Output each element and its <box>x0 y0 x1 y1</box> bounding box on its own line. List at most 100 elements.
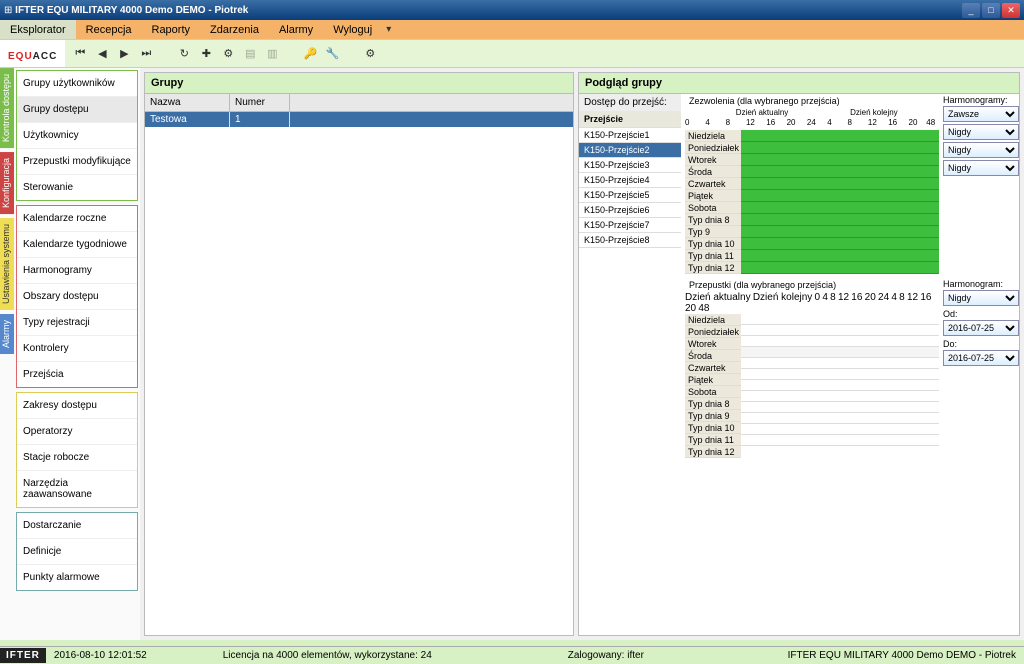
from-date-select[interactable]: 2016-07-25 <box>943 320 1019 336</box>
passage-item[interactable]: K150-Przejście2 <box>579 143 681 158</box>
status-date: 2016-08-10 12:01:52 <box>46 650 155 661</box>
close-button[interactable]: ✕ <box>1002 3 1020 18</box>
status-login: Zalogowany: ifter <box>560 650 652 661</box>
sidebar-item[interactable]: Operatorzy <box>17 419 137 445</box>
sidebar-item[interactable]: Stacje robocze <box>17 445 137 471</box>
wrench-icon[interactable]: 🔧 <box>323 45 341 63</box>
sidebar-item[interactable]: Dostarczanie <box>17 513 137 539</box>
sidebar-vertical-tabs: Kontrola dostępu Konfiguracja Ustawienia… <box>0 68 14 640</box>
next-icon[interactable]: ▶ <box>115 45 133 63</box>
passage-item[interactable]: K150-Przejście6 <box>579 203 681 218</box>
sidebar-item[interactable]: Typy rejestracji <box>17 310 137 336</box>
tab-system-settings[interactable]: Ustawienia systemu <box>0 218 14 310</box>
cell-number: 1 <box>230 112 290 127</box>
passage-list: Dostęp do przejść: Przejście K150-Przejś… <box>579 94 681 274</box>
sidebar-item[interactable]: Harmonogramy <box>17 258 137 284</box>
menu-raporty[interactable]: Raporty <box>142 24 201 36</box>
prev-icon[interactable]: ◀ <box>93 45 111 63</box>
table-row[interactable]: Testowa 1 <box>145 112 573 127</box>
new-icon[interactable]: ✚ <box>197 45 215 63</box>
minimize-button[interactable]: _ <box>962 3 980 18</box>
passage-item[interactable]: K150-Przejście7 <box>579 218 681 233</box>
sidebar-item-groups[interactable]: Grupy dostępu <box>17 97 137 123</box>
menu-overflow[interactable]: ▾ <box>382 24 395 35</box>
key-icon[interactable]: 🔑 <box>301 45 319 63</box>
sidebar-item[interactable]: Definicje <box>17 539 137 565</box>
schedule-select-4[interactable]: Nigdy <box>943 160 1019 176</box>
sidebar-item[interactable]: Obszary dostępu <box>17 284 137 310</box>
toolbar: ⏮ ◀ ▶ ⏭ ↻ ✚ ⚙ ▤ ▥ 🔑 🔧 ⚙ <box>65 40 1024 67</box>
tab-config[interactable]: Konfiguracja <box>0 152 14 214</box>
copy-icon[interactable]: ▥ <box>263 45 281 63</box>
col-name[interactable]: Nazwa <box>145 94 230 111</box>
refresh-icon[interactable]: ↻ <box>175 45 193 63</box>
menu-recepcja[interactable]: Recepcja <box>76 24 142 36</box>
schedule-label-2: Harmonogram: <box>943 278 1019 290</box>
day-labels: Niedziela Poniedziałek Wtorek Środa Czwa… <box>685 130 741 274</box>
separator <box>159 45 171 63</box>
time-axis: Dzień aktualny Dzień kolejny 0 4 8 12 16… <box>685 108 939 130</box>
first-icon[interactable]: ⏮ <box>71 45 89 63</box>
permissions-chart <box>741 130 939 274</box>
groups-grid: Nazwa Numer Testowa 1 <box>145 94 573 635</box>
sidebar-item[interactable]: Kontrolery <box>17 336 137 362</box>
tab-access-control[interactable]: Kontrola dostępu <box>0 68 14 148</box>
day-labels-2: Niedziela Poniedziałek Wtorek Środa Czwa… <box>685 314 741 458</box>
schedule-select-1[interactable]: Zawsze <box>943 106 1019 122</box>
sidebar-item[interactable]: Kalendarze roczne <box>17 206 137 232</box>
menu-alarmy[interactable]: Alarmy <box>269 24 323 36</box>
from-label: Od: <box>943 308 1019 320</box>
groups-title: Grupy <box>145 73 573 94</box>
brand-label: IFTER <box>0 648 46 663</box>
sidebar-item[interactable]: Zakresy dostępu <box>17 393 137 419</box>
sidebar-item[interactable]: Narzędzia zaawansowane <box>17 471 137 507</box>
schedule-select-2[interactable]: Nigdy <box>943 124 1019 140</box>
sidebar-item[interactable]: Grupy użytkowników <box>17 71 137 97</box>
main-area: Kontrola dostępu Konfiguracja Ustawienia… <box>0 68 1024 640</box>
preview-body: Dostęp do przejść: Przejście K150-Przejś… <box>579 94 1019 635</box>
sidebar-item[interactable]: Użytkownicy <box>17 123 137 149</box>
preview-title: Podgląd grupy <box>579 73 1019 94</box>
passage-item[interactable]: K150-Przejście4 <box>579 173 681 188</box>
menu-zdarzenia[interactable]: Zdarzenia <box>200 24 269 36</box>
sidebar: Kontrola dostępu Konfiguracja Ustawienia… <box>0 68 140 640</box>
gear-icon[interactable]: ⚙ <box>361 45 379 63</box>
separator <box>345 45 357 63</box>
passage-header: Przejście <box>579 111 681 128</box>
pass-schedule-select[interactable]: Nigdy <box>943 290 1019 306</box>
passage-item[interactable]: K150-Przejście3 <box>579 158 681 173</box>
passage-item[interactable]: K150-Przejście5 <box>579 188 681 203</box>
content-area: Grupy Nazwa Numer Testowa 1 Podgląd grup… <box>140 68 1024 640</box>
passage-item[interactable]: K150-Przejście1 <box>579 128 681 143</box>
sidebar-item[interactable]: Przepustki modyfikujące <box>17 149 137 175</box>
passes-block: Przepustki (dla wybranego przejścia) Dzi… <box>685 278 939 458</box>
panel-group-access: Grupy użytkowników Grupy dostępu Użytkow… <box>16 70 138 201</box>
sidebar-item[interactable]: Punkty alarmowe <box>17 565 137 590</box>
panel-group-config: Kalendarze roczne Kalendarze tygodniowe … <box>16 205 138 388</box>
menu-explorer[interactable]: Eksplorator <box>0 20 76 39</box>
maximize-button[interactable]: □ <box>982 3 1000 18</box>
app-icon: ⊞ <box>4 5 12 16</box>
status-bar: IFTER 2016-08-10 12:01:52 Licencja na 40… <box>0 646 1024 664</box>
window-title: IFTER EQU MILITARY 4000 Demo DEMO - Piot… <box>15 5 248 16</box>
groups-panel: Grupy Nazwa Numer Testowa 1 <box>144 72 574 636</box>
passes-schedule-column: Harmonogram: Nigdy Od: 2016-07-25 Do: 20… <box>943 278 1019 458</box>
last-icon[interactable]: ⏭ <box>137 45 155 63</box>
sidebar-panels: Grupy użytkowników Grupy dostępu Użytkow… <box>14 68 140 640</box>
passage-item[interactable]: K150-Przejście8 <box>579 233 681 248</box>
sidebar-item[interactable]: Sterowanie <box>17 175 137 200</box>
sidebar-item[interactable]: Kalendarze tygodniowe <box>17 232 137 258</box>
col-number[interactable]: Numer <box>230 94 290 111</box>
time-axis-2: Dzień aktualny Dzień kolejny 0 4 8 12 16… <box>685 292 939 314</box>
logo-toolbar-row: EQUACC ⏮ ◀ ▶ ⏭ ↻ ✚ ⚙ ▤ ▥ 🔑 🔧 ⚙ <box>0 40 1024 68</box>
to-date-select[interactable]: 2016-07-25 <box>943 350 1019 366</box>
tab-alarms[interactable]: Alarmy <box>0 314 14 354</box>
properties-icon[interactable]: ⚙ <box>219 45 237 63</box>
preview-panel: Podgląd grupy Dostęp do przejść: Przejśc… <box>578 72 1020 636</box>
passes-chart <box>741 314 939 458</box>
delete-icon[interactable]: ▤ <box>241 45 259 63</box>
menu-wyloguj[interactable]: Wyloguj <box>323 24 382 36</box>
schedule-select-3[interactable]: Nigdy <box>943 142 1019 158</box>
sidebar-item[interactable]: Przejścia <box>17 362 137 387</box>
menu-bar: Eksplorator Recepcja Raporty Zdarzenia A… <box>0 20 1024 40</box>
